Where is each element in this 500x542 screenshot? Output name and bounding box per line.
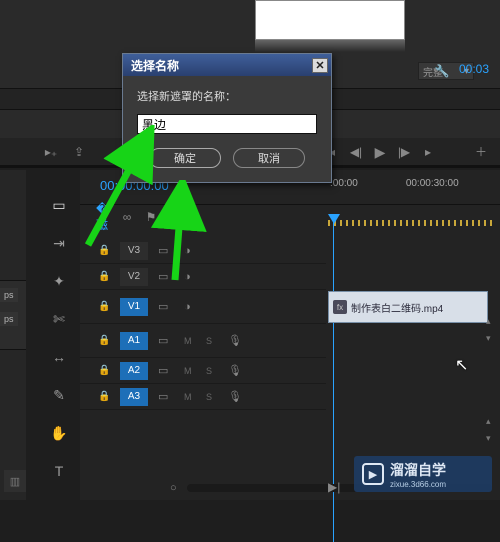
tracks-area: 🔒 V3 ▭ ◑ 🔒 V2 ▭ ◑ 🔒 V1 ▭ ◑ 🔒 A1 ▭ [80, 238, 500, 470]
project-tag[interactable]: ps [0, 288, 18, 302]
mute-m[interactable]: M [184, 366, 196, 376]
new-item-icon[interactable]: ▥ [4, 470, 26, 492]
clip-name: 制作表白二维码.mp4 [351, 300, 443, 315]
zoom-out-icon[interactable]: ○ [170, 482, 177, 494]
watermark-brand: 溜溜自学 [390, 460, 446, 480]
lock-icon[interactable]: 🔒 [98, 391, 110, 402]
solo-s[interactable]: S [206, 366, 218, 376]
track-a3[interactable]: 🔒 A3 ▭ M S 🎙 [80, 384, 326, 410]
eye-icon[interactable]: ▭ [158, 300, 174, 313]
expand-down-icon[interactable]: ▾ [486, 333, 498, 344]
output-icon[interactable]: ◑ [184, 301, 200, 313]
lock-icon[interactable]: 🔒 [98, 365, 110, 376]
timeline-panel: 00:00:00:00 :00:00 00:00:30:00 �磁 ∞ ⚑ 🔧 … [80, 170, 500, 500]
track-a2[interactable]: 🔒 A2 ▭ M S 🎙 [80, 358, 326, 384]
snap-icon[interactable]: �磁 [96, 210, 110, 224]
mute-m[interactable]: M [184, 392, 196, 402]
mute-icon[interactable]: ▭ [158, 390, 174, 403]
timeline-ruler-labels: :00:00 00:00:30:00 [330, 178, 459, 189]
razor-tool-icon[interactable]: ✄ [49, 309, 69, 329]
track-v1[interactable]: 🔒 V1 ▭ ◑ [80, 290, 326, 324]
timeline-header-sep [80, 204, 500, 205]
mute-m[interactable]: M [184, 336, 196, 346]
playhead-icon[interactable] [328, 214, 340, 224]
step-fwd-icon[interactable]: |▶ [397, 145, 411, 159]
track-label-v1[interactable]: V1 [120, 298, 148, 316]
play-logo-icon: ▶ [362, 463, 384, 485]
mask-name-input[interactable] [137, 114, 317, 134]
play-icon[interactable]: ▶ [373, 145, 387, 159]
watermark-url: zixue.3d66.com [390, 480, 446, 489]
watermark: ▶ 溜溜自学 zixue.3d66.com [354, 456, 492, 492]
dialog-label: 选择新遮罩的名称： [137, 88, 317, 104]
track-v2[interactable]: 🔒 V2 ▭ ◑ [80, 264, 326, 290]
marker-settings-icon[interactable]: ⚑ [144, 210, 158, 224]
track-label-v3[interactable]: V3 [120, 242, 148, 260]
hand-tool-icon[interactable]: ✋ [49, 423, 69, 443]
ok-button[interactable]: 确定 [149, 148, 221, 168]
eye-icon[interactable]: ▭ [158, 270, 174, 283]
preview-shadow [255, 40, 405, 52]
selection-tool-icon[interactable]: ▭ [49, 195, 69, 215]
mouse-cursor-icon: ↖ [455, 355, 468, 375]
duration-timecode: 00:03 [459, 62, 489, 76]
slip-tool-icon[interactable]: ↔ [49, 347, 69, 367]
lock-icon[interactable]: 🔒 [98, 271, 110, 282]
next-frame-icon[interactable]: ▸ [421, 145, 435, 159]
video-clip[interactable]: fx 制作表白二维码.mp4 [328, 291, 488, 323]
pen-tool-icon[interactable]: ✎ [49, 385, 69, 405]
jump-end-icon[interactable]: ▶| [328, 480, 340, 494]
timeline-tools: ▭ ⇥ ✦ ✄ ↔ ✎ ✋ T [44, 195, 74, 481]
lock-icon[interactable]: 🔒 [98, 245, 110, 256]
mic-icon[interactable]: 🎙 [228, 334, 242, 347]
preview-thumbnail [255, 0, 405, 40]
dialog-title: 选择名称 [131, 57, 179, 74]
cancel-button[interactable]: 取消 [233, 148, 305, 168]
track-v3[interactable]: 🔒 V3 ▭ ◑ [80, 238, 326, 264]
ruler-tick-1: 00:00:30:00 [406, 178, 459, 189]
ripple-tool-icon[interactable]: ✦ [49, 271, 69, 291]
settings-icon[interactable]: 🔧 [168, 210, 182, 224]
close-icon[interactable]: ✕ [312, 58, 328, 73]
mic-icon[interactable]: 🎙 [228, 364, 242, 377]
link-icon[interactable]: ∞ [120, 210, 134, 224]
lock-icon[interactable]: 🔒 [98, 335, 110, 346]
track-label-a3[interactable]: A3 [120, 388, 148, 406]
expand-up-icon[interactable]: ▴ [486, 316, 498, 327]
name-dialog: 选择名称 ✕ 选择新遮罩的名称： 确定 取消 [122, 53, 332, 183]
output-icon[interactable]: ◑ [184, 271, 200, 283]
output-icon[interactable]: ◑ [184, 245, 200, 257]
marker-icon[interactable]: ▸₊ [44, 145, 58, 159]
expand-up-icon[interactable]: ▴ [486, 416, 498, 427]
track-select-tool-icon[interactable]: ⇥ [49, 233, 69, 253]
solo-s[interactable]: S [206, 336, 218, 346]
project-tag[interactable]: ps [0, 312, 18, 326]
mute-icon[interactable]: ▭ [158, 334, 174, 347]
track-height-controls: ▴ ▾ ▴ ▾ [486, 316, 498, 444]
track-a1[interactable]: 🔒 A1 ▭ M S 🎙 [80, 324, 326, 358]
track-label-a1[interactable]: A1 [120, 332, 148, 350]
track-label-v2[interactable]: V2 [120, 268, 148, 286]
add-panel-icon[interactable]: ＋ [474, 145, 488, 159]
ruler-tick-0: :00:00 [330, 178, 358, 189]
expand-down-icon[interactable]: ▾ [486, 433, 498, 444]
type-tool-icon[interactable]: T [49, 461, 69, 481]
ruler-ticks [328, 220, 492, 226]
eye-icon[interactable]: ▭ [158, 244, 174, 257]
export-frame-icon[interactable]: ⇪ [72, 145, 86, 159]
dialog-titlebar[interactable]: 选择名称 ✕ [123, 54, 331, 76]
solo-s[interactable]: S [206, 392, 218, 402]
wrench-icon[interactable]: 🔧 [435, 64, 449, 78]
mute-icon[interactable]: ▭ [158, 364, 174, 377]
fx-badge-icon: fx [333, 300, 347, 314]
track-label-a2[interactable]: A2 [120, 362, 148, 380]
lock-icon[interactable]: 🔒 [98, 301, 110, 312]
mic-icon[interactable]: 🎙 [228, 390, 242, 403]
timeline-ruler[interactable] [328, 214, 492, 232]
step-back-icon[interactable]: ◀| [349, 145, 363, 159]
